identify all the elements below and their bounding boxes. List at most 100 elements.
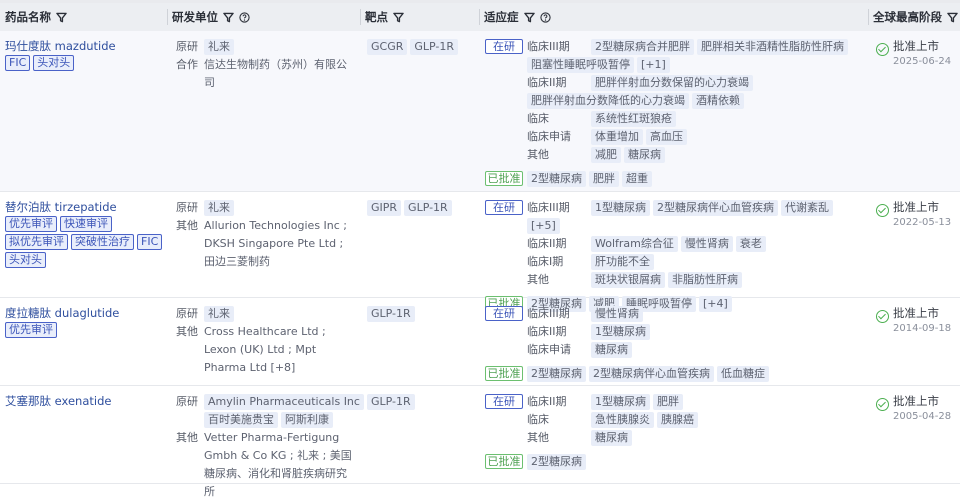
org-text[interactable]: Vetter Pharma-Fertigung Gmbh & Co KG ; 礼… [204, 431, 352, 498]
indication-tag[interactable]: 体重增加 [591, 129, 643, 145]
drug-flag-tag[interactable]: FIC [5, 55, 31, 71]
table-row[interactable]: 替尔泊肽 tirzepatide 优先审评 快速审评拟优先审评 突破性治疗 FIC 头对头… [0, 192, 960, 312]
indication-tag[interactable]: 2型糖尿病伴心血管疾病 [589, 366, 714, 382]
target-tag[interactable]: GLP-1R [404, 200, 452, 216]
drug-flag-tag[interactable]: 优先审评 [5, 322, 57, 338]
indication-tag[interactable]: 低血糖症 [717, 366, 769, 382]
drug-name-link[interactable]: 艾塞那肽 exenatide [5, 393, 167, 409]
drug-flags: 优先审评 快速审评拟优先审评 突破性治疗 FIC 头对头 [5, 215, 167, 269]
indication-tag[interactable]: 2型糖尿病 [527, 366, 586, 382]
phase-label: 临床I期 [527, 255, 564, 268]
drug-flag-tag[interactable]: 突破性治疗 [71, 234, 134, 250]
org-tag[interactable]: 礼来 [204, 306, 234, 322]
indication-tag[interactable]: 非脂肪性肝病 [668, 272, 742, 288]
indication-tag[interactable]: 肥胖相关非酒精性脂肪性肝病 [697, 39, 848, 55]
indication-tag[interactable]: [+1] [637, 57, 670, 73]
table-row[interactable]: 玛仕度肽 mazdutide FIC 头对头 原研 礼来 合作 信达生物制药（苏州）有限公司… [0, 31, 960, 192]
target-cell: GIPR GLP-1R [360, 192, 479, 297]
drug-name-link[interactable]: 替尔泊肽 tirzepatide [5, 199, 167, 215]
stage-info: 批准上市 2014-09-18 [876, 305, 960, 336]
org-role-label: 合作 [176, 58, 198, 71]
target-tag[interactable]: GIPR [367, 200, 402, 216]
filter-icon[interactable] [223, 12, 234, 23]
research-badge: 在研 [485, 394, 523, 409]
col-label: 靶点 [365, 10, 388, 24]
indication-tag[interactable]: 2型糖尿病伴心血管疾病 [653, 200, 778, 216]
indication-tag[interactable]: 代谢紊乱 [781, 200, 833, 216]
filter-icon[interactable] [56, 12, 67, 23]
stage-info: 批准上市 2022-05-13 [876, 199, 960, 230]
stage-text: 批准上市 2022-05-13 [893, 199, 951, 230]
indication-tag[interactable]: 超重 [622, 171, 652, 187]
phase-list: 临床III期 2型糖尿病合并肥胖 肥胖相关非酒精性脂肪性肝病阻塞性睡眠呼吸暂停 [+1… [527, 38, 867, 164]
phase-label: 临床申请 [527, 130, 571, 143]
target-tag[interactable]: GLP-1R [367, 306, 415, 322]
table-row[interactable]: 度拉糖肽 dulaglutide 优先审评 原研 礼来 其他 Cross Healthca… [0, 298, 960, 386]
drug-flag-tag[interactable]: FIC [137, 234, 163, 250]
indication-tag[interactable]: 急性胰腺炎 [591, 412, 654, 428]
org-text[interactable]: Cross Healthcare Ltd ; Lexon (UK) Ltd ; … [204, 325, 326, 374]
help-icon[interactable] [539, 11, 551, 23]
indication-tag[interactable]: 胰腺癌 [657, 412, 698, 428]
org-text[interactable]: 信达生物制药（苏州）有限公司 [204, 58, 347, 89]
col-label: 全球最高阶段 [873, 10, 942, 24]
indication-tag[interactable]: 高血压 [646, 129, 687, 145]
org-tag[interactable]: 百时美施贵宝 [204, 412, 278, 428]
indication-tag[interactable]: Wolfram综合征 [591, 236, 678, 252]
org-text[interactable]: Allurion Technologies Inc ; DKSH Singapo… [204, 219, 347, 268]
help-icon[interactable] [239, 11, 250, 23]
stage-date: 2005-04-28 [893, 411, 952, 422]
indication-tag[interactable]: 肥胖 [589, 171, 619, 187]
phase-row: 其他 减肥 糖尿病 [527, 146, 867, 164]
drug-flag-tag[interactable]: 拟优先审评 [5, 234, 68, 250]
indication-tag[interactable]: 阻塞性睡眠呼吸暂停 [527, 57, 634, 73]
indication-tag[interactable]: 衰老 [735, 236, 766, 252]
target-tag[interactable]: GLP-1R [410, 39, 459, 55]
filter-icon[interactable] [393, 12, 404, 23]
org-tag[interactable]: 阿斯利康 [281, 412, 333, 428]
drug-name-link[interactable]: 度拉糖肽 dulaglutide [5, 305, 167, 321]
filter-icon[interactable] [947, 12, 958, 23]
indication-tag[interactable]: 肥胖伴射血分数保留的心力衰竭 [591, 75, 753, 91]
filter-icon[interactable] [523, 12, 535, 23]
target-tag[interactable]: GLP-1R [367, 394, 415, 410]
indication-tag[interactable]: 1型糖尿病 [591, 394, 650, 410]
org-group: 原研 Amylin Pharmaceuticals Inc 百时美施贵宝 阿斯利康 [176, 393, 364, 429]
indication-tag[interactable]: 2型糖尿病合并肥胖 [591, 39, 694, 55]
phase-label: 临床 [527, 112, 549, 125]
research-group: 在研 临床III期 1型糖尿病 2型糖尿病伴心血管疾病 代谢紊乱 [+5] 临床II期 Wol… [485, 199, 868, 289]
drug-flag-tag[interactable]: 头对头 [5, 252, 46, 268]
indication-tag[interactable]: 肝功能不全 [591, 254, 654, 270]
indication-tag[interactable]: 1型糖尿病 [591, 324, 650, 340]
org-value: 礼来 [204, 305, 352, 323]
indication-tag[interactable]: 斑块状银屑病 [591, 272, 665, 288]
org-tag[interactable]: 礼来 [204, 200, 234, 216]
phase-row: 临床II期 肥胖伴射血分数保留的心力衰竭肥胖伴射血分数降低的心力衰竭 酒精依赖 [527, 74, 867, 110]
drug-flag-tag[interactable]: 优先审评 [5, 216, 57, 232]
indication-tag[interactable]: 减肥 [591, 147, 621, 163]
indication-tag[interactable]: 糖尿病 [624, 147, 665, 163]
indication-tag[interactable]: 糖尿病 [591, 430, 632, 446]
indication-tag[interactable]: 肥胖伴射血分数降低的心力衰竭 [527, 93, 689, 109]
indication-tag[interactable]: 肥胖 [653, 394, 683, 410]
org-tag[interactable]: 礼来 [204, 39, 234, 55]
indication-tag[interactable]: 系统性红斑狼疮 [591, 111, 676, 127]
indication-tag[interactable]: 酒精依赖 [692, 93, 744, 109]
approved-tags: 2型糖尿病 [527, 453, 589, 471]
table-row[interactable]: 艾塞那肽 exenatide 原研 Amylin Pharmaceuticals I… [0, 386, 960, 498]
org-role-label: 原研 [176, 201, 198, 214]
indication-tag[interactable]: [+5] [527, 218, 560, 234]
target-tag[interactable]: GCGR [367, 39, 408, 55]
drug-flag-tag[interactable]: 快速审评 [60, 216, 112, 232]
indication-tag[interactable]: 2型糖尿病 [527, 454, 586, 470]
org-tag[interactable]: Amylin Pharmaceuticals Inc [204, 394, 364, 410]
col-label: 研发单位 [172, 10, 218, 24]
indication-tag[interactable]: 1型糖尿病 [591, 200, 650, 216]
indication-tag[interactable]: 慢性肾病 [680, 236, 733, 252]
indication-tag[interactable]: 2型糖尿病 [527, 171, 586, 187]
drug-flag-tag[interactable]: 头对头 [33, 55, 75, 71]
stage-cell: 批准上市 2022-05-13 [868, 192, 960, 297]
drug-name-link[interactable]: 玛仕度肽 mazdutide [5, 38, 167, 54]
indication-tag[interactable]: 糖尿病 [591, 342, 632, 358]
indication-tag[interactable]: 慢性肾病 [591, 306, 643, 322]
